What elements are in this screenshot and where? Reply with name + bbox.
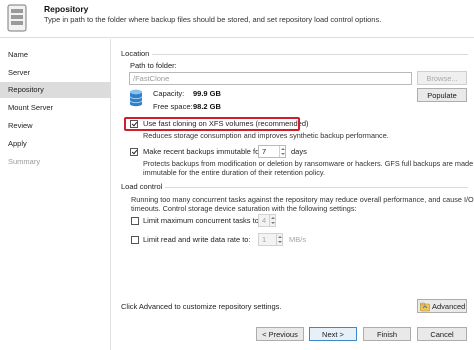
limit-rate-checkbox[interactable]: [131, 236, 139, 244]
stepper-arrows-icon: [269, 215, 275, 226]
step-mount-server[interactable]: Mount Server: [0, 100, 111, 116]
path-label: Path to folder:: [130, 61, 177, 70]
previous-button[interactable]: < Previous: [256, 327, 304, 341]
location-divider: [152, 54, 468, 55]
fast-clone-highlight: [124, 117, 300, 131]
limit-tasks-stepper: 4: [258, 214, 276, 227]
advanced-note: Click Advanced to customize repository s…: [121, 302, 282, 311]
free-space-value: 98.2 GB: [193, 102, 221, 111]
stepper-arrows-icon: [276, 234, 282, 245]
fast-clone-description: Reduces storage consumption and improves…: [143, 131, 389, 140]
capacity-value: 99.9 GB: [193, 89, 221, 98]
next-button[interactable]: Next >: [309, 327, 357, 341]
capacity-label: Capacity:: [153, 89, 185, 98]
load-control-description-2: timeouts. Control storage device saturat…: [131, 204, 357, 213]
immutable-checkbox[interactable]: [130, 148, 138, 156]
browse-button: Browse...: [417, 71, 467, 85]
path-input[interactable]: /FastClone: [129, 72, 412, 85]
advanced-settings-icon: [420, 302, 430, 312]
immutable-description-2: immutable for the entire duration of the…: [143, 168, 325, 177]
database-icon: [129, 89, 143, 107]
advanced-button-label: Advanced: [432, 302, 466, 311]
advanced-button[interactable]: Advanced: [417, 299, 467, 313]
limit-tasks-label[interactable]: Limit maximum concurrent tasks to:: [143, 216, 261, 225]
immutable-label[interactable]: Make recent backups immutable for:: [143, 147, 264, 156]
load-control-description-1: Running too many concurrent tasks agains…: [131, 195, 474, 204]
step-name[interactable]: Name: [0, 47, 111, 63]
immutable-days-value: 7: [262, 147, 267, 156]
load-control-section-label: Load control: [121, 182, 163, 191]
immutable-days-unit: days: [291, 147, 307, 156]
limit-rate-stepper: 1: [258, 233, 283, 246]
limit-tasks-checkbox[interactable]: [131, 217, 139, 225]
load-control-divider: [165, 187, 468, 188]
limit-rate-value: 1: [262, 235, 267, 244]
repository-icon: [7, 4, 27, 32]
cancel-button[interactable]: Cancel: [417, 327, 467, 341]
immutable-description-1: Protects backups from modification or de…: [143, 159, 474, 168]
page-title: Repository: [44, 4, 89, 14]
stepper-arrows-icon[interactable]: [279, 146, 285, 157]
populate-button[interactable]: Populate: [417, 88, 467, 102]
finish-button[interactable]: Finish: [363, 327, 411, 341]
wizard-header: Repository Type in path to the folder wh…: [0, 0, 474, 38]
free-space-label: Free space:: [153, 102, 193, 111]
location-section-label: Location: [121, 49, 150, 58]
immutable-days-stepper[interactable]: 7: [258, 145, 286, 158]
limit-tasks-value: 4: [262, 216, 267, 225]
limit-rate-unit: MB/s: [289, 235, 307, 244]
step-summary: Summary: [8, 157, 41, 166]
limit-rate-label[interactable]: Limit read and write data rate to:: [143, 235, 251, 244]
page-subtitle: Type in path to the folder where backup …: [44, 15, 382, 24]
wizard-steps: Name Server Repository Mount Server Revi…: [0, 39, 111, 350]
step-server[interactable]: Server: [0, 65, 111, 81]
step-repository[interactable]: Repository: [0, 82, 111, 98]
step-apply[interactable]: Apply: [0, 136, 111, 152]
step-review[interactable]: Review: [0, 118, 111, 134]
